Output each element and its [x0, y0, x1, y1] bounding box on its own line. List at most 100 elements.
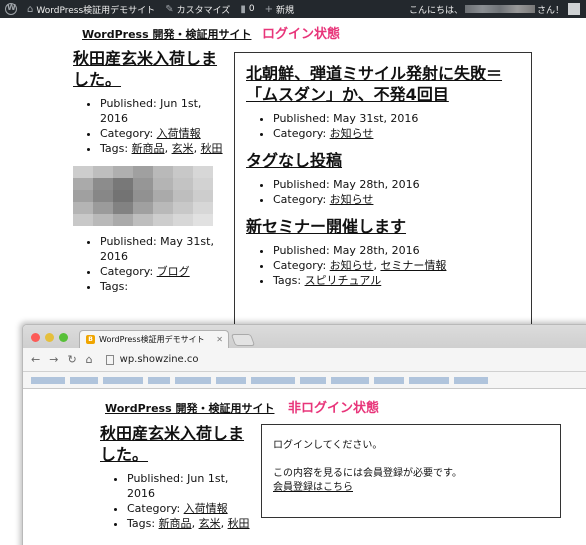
new-tab-button[interactable]: [230, 334, 256, 346]
registration-requirement: この内容を見るには会員登録が必要です。: [273, 468, 462, 479]
post-title[interactable]: 北朝鮮、弾道ミサイル発射に失敗＝「ムスダン」か、不発4回目: [246, 63, 521, 105]
image-pixel-block: [113, 214, 133, 226]
close-tab-icon[interactable]: ✕: [216, 335, 223, 344]
logged-in-annotation: ログイン状態: [262, 27, 341, 42]
image-pixel-block: [93, 166, 113, 178]
image-pixel-block: [93, 178, 113, 190]
image-pixel-block: [153, 166, 173, 178]
home-icon: ⌂: [27, 3, 34, 15]
avatar: [568, 3, 580, 15]
post-title[interactable]: 新セミナー開催します: [246, 216, 521, 237]
bookmark-item[interactable]: [148, 376, 170, 384]
image-pixel-block: [193, 190, 213, 202]
tags-label: Tags:: [273, 274, 305, 287]
left-post-column: 秋田産玄米入荷しました。 Published: Jun 1st, 2016 Ca…: [100, 423, 250, 531]
tags-label: Tags:: [100, 142, 132, 155]
site-title-link[interactable]: WordPress 開発・検証用サイト: [105, 400, 274, 416]
image-pixel-block: [73, 178, 93, 190]
register-link[interactable]: 会員登録はこちら: [273, 482, 353, 493]
bookmark-item[interactable]: [300, 376, 326, 384]
category-link[interactable]: セミナー情報: [380, 259, 446, 272]
bookmark-item[interactable]: [103, 376, 143, 384]
bookmark-item[interactable]: [31, 376, 65, 384]
address-bar[interactable]: wp.showzine.co: [120, 354, 199, 365]
image-pixel-block: [93, 202, 113, 214]
bookmark-item[interactable]: [374, 376, 404, 384]
tab-strip: B WordPress検証用デモサイト ✕: [23, 325, 586, 348]
tag-link[interactable]: 秋田: [201, 142, 223, 155]
bookmark-item[interactable]: [175, 376, 211, 384]
post-meta-list: Published: Jun 1st, 2016 Category: 入荷情報 …: [100, 471, 250, 531]
pixelated-post-image: [73, 166, 213, 226]
bookmark-item[interactable]: [409, 376, 449, 384]
admin-bar-customize[interactable]: ✎ カスタマイズ: [160, 0, 235, 18]
post-category: Category: お知らせ, セミナー情報: [273, 258, 521, 273]
admin-bar: ⌂ WordPress検証用デモサイト ✎ カスタマイズ ▮ 0 + 新規 こん…: [0, 0, 586, 18]
category-link[interactable]: お知らせ: [330, 127, 374, 140]
close-window-button[interactable]: [31, 333, 40, 342]
tab-title: WordPress検証用デモサイト: [99, 335, 205, 344]
category-link[interactable]: お知らせ: [330, 193, 374, 206]
tag-link[interactable]: 玄米: [172, 142, 194, 155]
category-label: Category:: [273, 127, 330, 140]
post-meta-list: Published: Jun 1st, 2016 Category: 入荷情報 …: [73, 96, 223, 156]
admin-bar-new[interactable]: + 新規: [260, 0, 299, 18]
post-title[interactable]: タグなし投稿: [246, 150, 521, 171]
image-pixel-block: [113, 202, 133, 214]
admin-bar-account[interactable]: こんにちは、 さん！: [409, 3, 586, 16]
site-title-link[interactable]: WordPress 開発・検証用サイト: [82, 26, 251, 42]
category-link[interactable]: 入荷情報: [157, 127, 201, 140]
category-label: Category:: [100, 127, 157, 140]
post-meta-list: Published: May 31st, 2016 Category: ブログ …: [73, 234, 223, 294]
category-link[interactable]: ブログ: [157, 265, 190, 278]
back-arrow-icon[interactable]: ←: [31, 353, 40, 366]
browser-tab[interactable]: B WordPress検証用デモサイト ✕: [79, 330, 229, 348]
bookmark-item[interactable]: [251, 376, 295, 384]
image-pixel-block: [153, 202, 173, 214]
tag-link[interactable]: 玄米: [199, 517, 221, 530]
post-tags: Tags: 新商品, 玄米, 秋田: [100, 141, 223, 156]
image-pixel-block: [133, 190, 153, 202]
bookmark-item[interactable]: [454, 376, 488, 384]
minimize-window-button[interactable]: [45, 333, 54, 342]
tag-link[interactable]: 新商品: [159, 517, 192, 530]
admin-bar-comments[interactable]: ▮ 0: [235, 0, 259, 18]
wordpress-logo-button[interactable]: [0, 0, 22, 18]
tag-link[interactable]: 秋田: [228, 517, 250, 530]
bookmark-item[interactable]: [70, 376, 98, 384]
brush-icon: ✎: [165, 3, 174, 15]
tag-link[interactable]: スピリチュアル: [305, 274, 382, 287]
post-category: Category: お知らせ: [273, 192, 521, 207]
maximize-window-button[interactable]: [59, 333, 68, 342]
tag-link[interactable]: 新商品: [132, 142, 165, 155]
image-pixel-block: [153, 178, 173, 190]
image-pixel-block: [133, 214, 153, 226]
bookmark-item[interactable]: [216, 376, 246, 384]
category-link[interactable]: お知らせ: [330, 259, 374, 272]
image-pixel-block: [173, 166, 193, 178]
post-title[interactable]: 秋田産玄米入荷しました。: [100, 423, 250, 465]
comment-icon: ▮: [240, 3, 246, 15]
bookmark-item[interactable]: [331, 376, 369, 384]
category-link[interactable]: 入荷情報: [184, 502, 228, 515]
browser-toolbar: ← → ↻ ⌂ wp.showzine.co: [23, 348, 586, 372]
favicon-icon: B: [86, 335, 95, 344]
image-pixel-block: [153, 214, 173, 226]
category-label: Category:: [273, 259, 330, 272]
post-title[interactable]: 秋田産玄米入荷しました。: [73, 48, 223, 90]
image-pixel-block: [193, 166, 213, 178]
logged-out-annotation: 非ログイン状態: [288, 401, 380, 416]
category-label: Category:: [127, 502, 184, 515]
post-category: Category: お知らせ: [273, 126, 521, 141]
reload-icon[interactable]: ↻: [67, 353, 76, 366]
image-pixel-block: [173, 178, 193, 190]
image-pixel-block: [113, 190, 133, 202]
page-icon: [105, 354, 114, 365]
category-label: Category:: [273, 193, 330, 206]
home-icon[interactable]: ⌂: [86, 353, 93, 366]
bookmarks-bar: [23, 372, 586, 389]
post-published: Published: Jun 1st, 2016: [127, 471, 250, 501]
wordpress-icon: [5, 3, 17, 15]
admin-bar-site-name[interactable]: ⌂ WordPress検証用デモサイト: [22, 0, 160, 18]
forward-arrow-icon[interactable]: →: [49, 353, 58, 366]
